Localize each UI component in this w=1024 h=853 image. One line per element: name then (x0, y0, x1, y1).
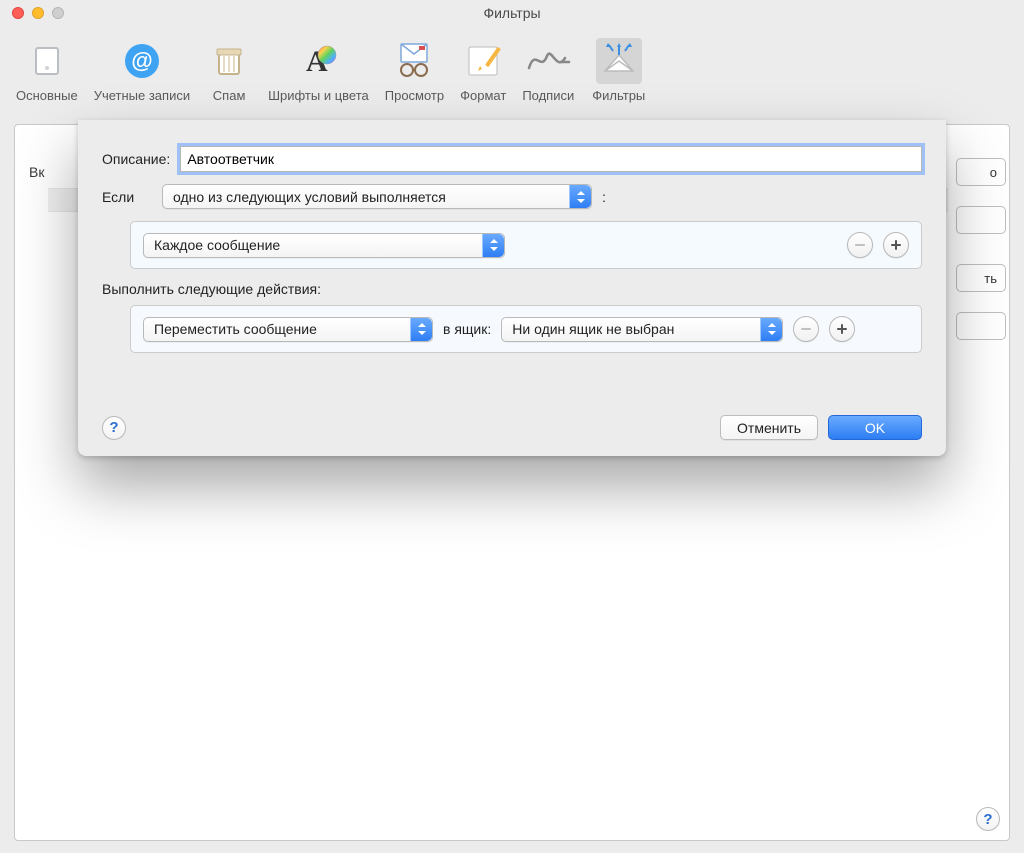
add-criteria-button[interactable] (883, 232, 909, 258)
background-button-peek-1[interactable]: о (956, 158, 1006, 186)
actions-section-label: Выполнить следующие действия: (102, 281, 922, 297)
add-action-button[interactable] (829, 316, 855, 342)
background-label-fragment: Вк (29, 164, 44, 180)
background-button-peek-3[interactable]: ть (956, 264, 1006, 292)
general-icon (24, 38, 70, 84)
popup-arrows-icon (410, 318, 432, 341)
compose-icon (460, 38, 506, 84)
window-title: Фильтры (0, 5, 1024, 21)
background-button-peek-4[interactable] (956, 312, 1006, 340)
toolbar-tab-label: Основные (16, 88, 78, 103)
if-condition-popup[interactable]: одно из следующих условий выполняется (162, 184, 592, 209)
titlebar: Фильтры (0, 0, 1024, 26)
popup-arrows-icon (482, 234, 504, 257)
action-target-value: Ни один ящик не выбран (512, 321, 674, 337)
action-target-popup[interactable]: Ни один ящик не выбран (501, 317, 783, 342)
signature-icon (525, 38, 571, 84)
toolbar-tab-label: Фильтры (592, 88, 645, 103)
filter-edit-sheet: Описание: Если одно из следующих условий… (78, 120, 946, 456)
popup-arrows-icon (569, 185, 591, 208)
remove-action-button[interactable] (793, 316, 819, 342)
popup-arrows-icon (760, 318, 782, 341)
toolbar-tab-filters[interactable]: Фильтры (586, 34, 651, 118)
toolbar-tab-label: Формат (460, 88, 506, 103)
minimize-window-button[interactable] (32, 7, 44, 19)
filters-icon (596, 38, 642, 84)
background-button-peek-2[interactable] (956, 206, 1006, 234)
toolbar-tab-format[interactable]: Формат (454, 34, 512, 118)
toolbar-tab-label: Просмотр (385, 88, 444, 103)
description-input[interactable] (180, 146, 922, 172)
action-type-popup[interactable]: Переместить сообщение (143, 317, 433, 342)
if-colon: : (602, 189, 606, 205)
criteria-field-popup[interactable]: Каждое сообщение (143, 233, 505, 258)
viewing-icon (391, 38, 437, 84)
toolbar-tab-accounts[interactable]: @ Учетные записи (88, 34, 196, 118)
ok-button[interactable]: OK (828, 415, 922, 440)
toolbar-tab-label: Учетные записи (94, 88, 190, 103)
preferences-window: Фильтры Основные @ Учетные записи (0, 0, 1024, 853)
if-condition-value: одно из следующих условий выполняется (173, 189, 446, 205)
trash-icon (206, 38, 252, 84)
criteria-row: Каждое сообщение (130, 221, 922, 269)
window-controls (0, 7, 64, 19)
description-label: Описание: (102, 151, 170, 167)
toolbar-tab-general[interactable]: Основные (10, 34, 84, 118)
toolbar-tab-viewing[interactable]: Просмотр (379, 34, 450, 118)
criteria-field-value: Каждое сообщение (154, 237, 280, 253)
preferences-toolbar: Основные @ Учетные записи (0, 26, 1024, 120)
toolbar-tab-signatures[interactable]: Подписи (516, 34, 580, 118)
sheet-footer: ? Отменить OK (102, 415, 922, 440)
toolbar-tab-spam[interactable]: Спам (200, 34, 258, 118)
remove-criteria-button[interactable] (847, 232, 873, 258)
sheet-help-button[interactable]: ? (102, 416, 126, 440)
close-window-button[interactable] (12, 7, 24, 19)
svg-text:@: @ (131, 48, 152, 73)
toolbar-tab-label: Подписи (522, 88, 574, 103)
action-type-value: Переместить сообщение (154, 321, 317, 337)
cancel-button[interactable]: Отменить (720, 415, 818, 440)
toolbar-tab-fonts[interactable]: A Шрифты и цвета (262, 34, 375, 118)
toolbar-tab-label: Шрифты и цвета (268, 88, 369, 103)
if-label: Если (102, 189, 152, 205)
toolbar-tab-label: Спам (213, 88, 246, 103)
zoom-window-button[interactable] (52, 7, 64, 19)
action-mid-label: в ящик: (443, 321, 491, 337)
at-sign-icon: @ (119, 38, 165, 84)
action-row: Переместить сообщение в ящик: Ни один ящ… (130, 305, 922, 353)
window-help-button[interactable]: ? (976, 807, 1000, 831)
fonts-colors-icon: A (295, 38, 341, 84)
